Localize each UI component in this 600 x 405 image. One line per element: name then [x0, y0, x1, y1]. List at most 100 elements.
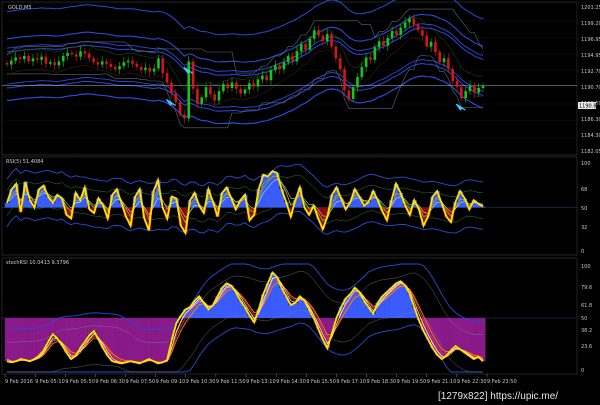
candle-body	[18, 57, 22, 60]
osc-histogram-bar	[288, 305, 294, 318]
osc-histogram-bar	[142, 318, 147, 362]
candle-body	[455, 80, 459, 88]
candle-body	[248, 83, 251, 90]
candle-body	[481, 85, 485, 88]
rsi-level-label: 0	[581, 249, 584, 255]
candle-body	[183, 114, 186, 119]
candle-body	[48, 62, 52, 64]
candle-body	[161, 58, 165, 74]
price-tick-label: 1182.05	[581, 149, 600, 155]
price-pane-title: GOLD,M5	[8, 5, 32, 11]
candle-body	[282, 62, 286, 70]
watermark-text: [1279x822] https://upic.me/	[438, 391, 558, 402]
candle-body	[295, 51, 299, 62]
osc-histogram-bar	[91, 318, 97, 331]
osc-histogram-bar	[228, 285, 234, 318]
price-tick-label: 1186.30	[581, 117, 600, 123]
candle-body	[334, 46, 338, 59]
candle-body	[196, 88, 199, 104]
osc-histogram-bar	[480, 318, 486, 362]
candle-body	[425, 35, 429, 47]
osc-histogram-bar	[444, 318, 449, 356]
candle-body	[473, 85, 476, 93]
candle-body	[148, 67, 152, 72]
stoch-level-label: 100	[581, 264, 591, 270]
osc-histogram-bar	[457, 318, 463, 350]
candle-body	[222, 84, 225, 92]
candle-body	[209, 87, 212, 95]
time-tick-label: 9 Feb 21:10	[427, 379, 457, 385]
price-pane	[1, 1, 578, 156]
candle-body	[191, 61, 195, 89]
time-tick-label: 9 Feb 2016	[5, 379, 33, 385]
candle-body	[382, 41, 385, 46]
current-price-label: 1190.80	[579, 104, 600, 110]
candle-body	[126, 60, 130, 63]
candle-body	[14, 57, 17, 61]
candle-body	[152, 68, 156, 72]
candle-body	[10, 60, 13, 65]
candle-body	[321, 35, 325, 42]
price-tick-label: 1201.25	[581, 5, 600, 11]
candle-body	[174, 93, 178, 103]
time-tick-label: 9 Feb 07:50	[126, 379, 156, 385]
candle-body	[57, 61, 61, 66]
osc-histogram-bar	[77, 318, 83, 349]
candle-body	[312, 30, 316, 39]
candle-body	[213, 94, 217, 101]
osc-histogram-bar	[27, 318, 33, 362]
candle-body	[364, 57, 368, 67]
price-tick-label: 1190.70	[581, 85, 600, 91]
candle-body	[408, 18, 411, 23]
candle-body	[118, 66, 121, 70]
time-tick-label: 9 Feb 05:10	[35, 379, 65, 385]
price-tick-label: 1184.30	[581, 133, 600, 139]
rsi-level-label: 32	[581, 225, 587, 231]
candle-body	[100, 61, 104, 65]
candle-body	[122, 62, 126, 67]
time-tick-label: 9 Feb 17:10	[336, 379, 366, 385]
osc-histogram-bar	[293, 302, 298, 318]
time-tick-label: 9 Feb 09:10	[156, 379, 186, 385]
candle-body	[144, 67, 147, 71]
osc-histogram-bar	[352, 287, 358, 318]
candle-body	[83, 51, 87, 54]
time-tick-label: 9 Feb 13:10	[246, 379, 276, 385]
stoch-level-label: 23.6	[581, 344, 592, 350]
candle-body	[135, 63, 139, 67]
osc-histogram-bar	[36, 318, 42, 356]
stoch-level-label: 50	[581, 316, 587, 322]
osc-histogram-bar	[23, 318, 28, 361]
candle-body	[31, 58, 35, 62]
candle-body	[70, 52, 74, 55]
candle-body	[252, 83, 255, 87]
candle-body	[360, 66, 364, 78]
candle-body	[79, 51, 82, 57]
osc-histogram-bar	[9, 318, 15, 363]
candle-body	[226, 84, 229, 88]
osc-histogram-bar	[160, 318, 166, 363]
candle-body	[87, 53, 91, 59]
osc-histogram-bar	[471, 318, 477, 360]
candle-body	[178, 102, 182, 115]
candle-body	[23, 55, 26, 60]
osc-histogram-bar	[4, 202, 10, 208]
osc-histogram-bar	[155, 318, 161, 364]
candle-body	[44, 56, 48, 64]
candle-body	[377, 41, 381, 48]
stoch-level-label: 61.8	[581, 303, 592, 309]
osc-histogram-bar	[146, 318, 152, 360]
candle-body	[438, 52, 442, 63]
candle-body	[265, 75, 268, 81]
candle-body	[131, 60, 134, 64]
candle-body	[269, 70, 273, 81]
candle-body	[477, 87, 480, 93]
stoch-level-label: 38.2	[581, 328, 592, 334]
osc-histogram-bar	[206, 309, 211, 318]
candle-body	[356, 77, 359, 88]
candle-body	[40, 56, 43, 60]
osc-histogram-bar	[119, 318, 124, 364]
price-tick-label: 1194.95	[581, 53, 600, 59]
osc-histogram-bar	[123, 318, 129, 363]
osc-histogram-bar	[462, 318, 468, 353]
